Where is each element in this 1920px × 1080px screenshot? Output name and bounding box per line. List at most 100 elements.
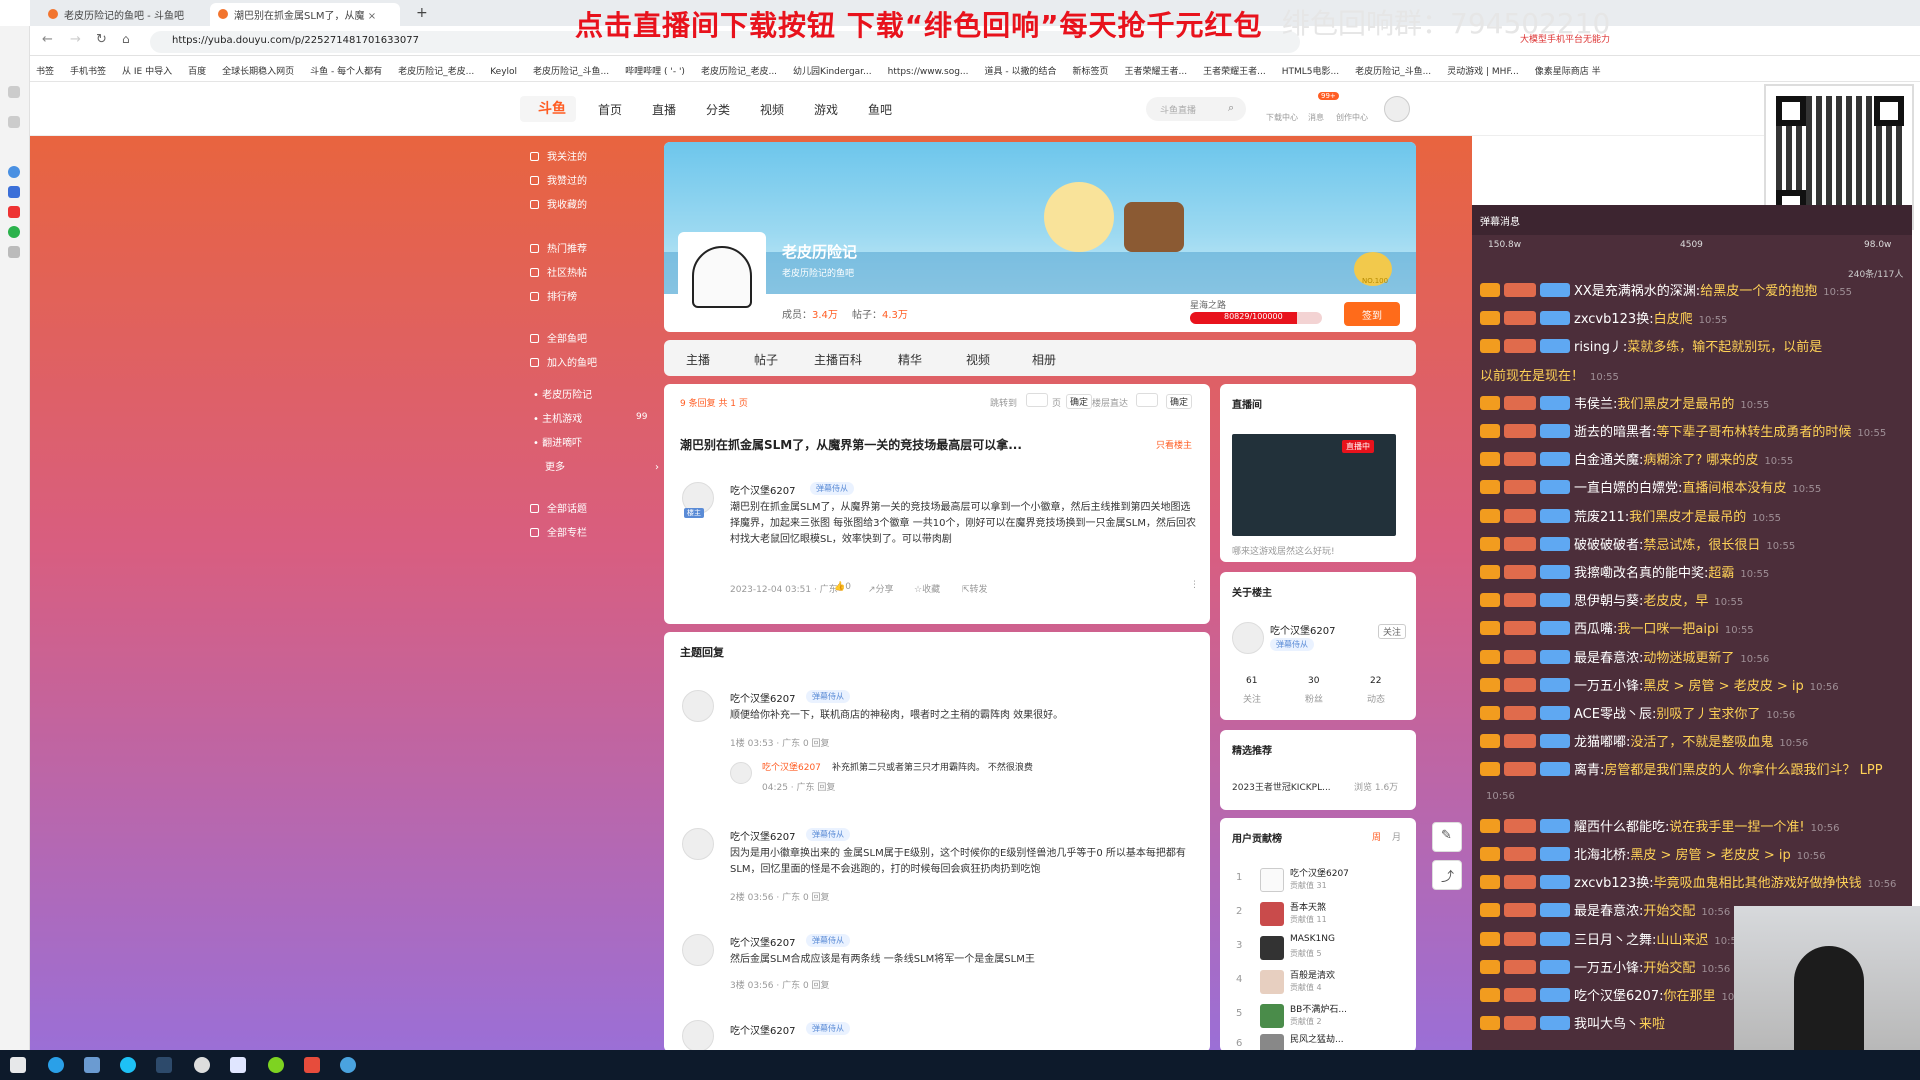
sidebar-more[interactable]: 更多 ›: [545, 458, 659, 473]
app-icon[interactable]: [304, 1057, 320, 1073]
rank-row[interactable]: 2 吾本天煞 贡献值 11: [1232, 898, 1412, 928]
danmaku-username[interactable]: 吃个汉堡6207:: [1574, 989, 1663, 1004]
nav-live[interactable]: 直播: [652, 101, 676, 118]
close-icon[interactable]: ×: [368, 11, 376, 22]
sidebar-item-hot[interactable]: 热门推荐: [530, 240, 587, 255]
tab-post[interactable]: 潮巴别在抓金属SLM了，从魔 ×: [210, 3, 400, 26]
danmaku-username[interactable]: 破破破破者:: [1574, 538, 1643, 553]
about-name[interactable]: 吃个汉堡6207: [1270, 622, 1335, 637]
sub-reply-author[interactable]: 吃个汉堡6207: [762, 760, 821, 773]
forward-icon[interactable]: →: [70, 32, 81, 47]
app-icon[interactable]: [194, 1057, 210, 1073]
bookmark-item[interactable]: 幼儿园Kindergar...: [793, 64, 872, 77]
sidebar-item-all-yuba[interactable]: 全部鱼吧: [530, 330, 587, 345]
sub-reply-avatar[interactable]: [730, 762, 752, 784]
reply-author[interactable]: 吃个汉堡6207: [730, 690, 795, 705]
bookmark-item[interactable]: 老皮历险记_斗鱼...: [533, 64, 609, 77]
history-icon[interactable]: [8, 116, 20, 128]
danmaku-username[interactable]: 三日月丶之舞:: [1574, 933, 1656, 948]
jump-confirm-button[interactable]: 确定: [1066, 394, 1093, 409]
bookmark-item[interactable]: 老皮历险记_老皮...: [701, 64, 777, 77]
featured-item[interactable]: 2023王者世冠KICKPL...: [1232, 780, 1331, 793]
nav-yuba[interactable]: 鱼吧: [868, 101, 892, 118]
only-op-link[interactable]: 只看楼主: [1156, 438, 1192, 451]
creator-center-label[interactable]: 创作中心: [1336, 112, 1368, 123]
rank-row[interactable]: 1 吃个汉堡6207 贡献值 31: [1232, 864, 1412, 894]
reply-avatar[interactable]: [682, 828, 714, 860]
danmaku-username[interactable]: rising丿:: [1574, 340, 1627, 355]
bookmark-item[interactable]: 道具 - 以撒的结合: [985, 64, 1057, 77]
danmaku-username[interactable]: 思伊朝与葵:: [1574, 594, 1643, 609]
follow-button[interactable]: 关注: [1378, 624, 1407, 639]
bookmark-item[interactable]: 王者荣耀王者...: [1203, 64, 1266, 77]
bookmark-item[interactable]: 全球长期稳入网页: [222, 64, 294, 77]
danmaku-username[interactable]: 西瓜嘴:: [1574, 622, 1617, 637]
reply-avatar[interactable]: [682, 1020, 714, 1052]
floor-input[interactable]: [1136, 393, 1158, 407]
favorite-icon[interactable]: [8, 86, 20, 98]
more-icon[interactable]: ⋮: [1190, 580, 1199, 590]
danmaku-username[interactable]: 龙猫嘟嘟:: [1574, 735, 1630, 750]
sidebar-item-following[interactable]: 我关注的: [530, 148, 587, 163]
rank-row[interactable]: 4 百般是清欢 贡献值 4: [1232, 966, 1412, 996]
app-icon[interactable]: [8, 186, 20, 198]
floor-confirm-button[interactable]: 确定: [1166, 394, 1193, 409]
forward-button[interactable]: ⇱转发: [962, 582, 988, 595]
tab-yuba[interactable]: 老皮历险记的鱼吧 - 斗鱼吧: [40, 3, 200, 26]
bookmark-item[interactable]: Keylol: [490, 67, 517, 77]
app-icon[interactable]: [340, 1057, 356, 1073]
danmaku-username[interactable]: 耀西什么都能吃:: [1574, 820, 1669, 835]
nav-game[interactable]: 游戏: [814, 101, 838, 118]
danmaku-username[interactable]: zxcvb123换:: [1574, 876, 1654, 891]
danmaku-username[interactable]: 最是春意浓:: [1574, 904, 1643, 919]
search-icon[interactable]: ⌕: [1228, 101, 1234, 115]
danmaku-username[interactable]: 白金通关魔:: [1574, 453, 1643, 468]
bookmark-item[interactable]: 像素星际商店 半: [1535, 64, 1601, 77]
app-icon[interactable]: [84, 1057, 100, 1073]
site-search-input[interactable]: 斗鱼直播 ⌕: [1146, 97, 1246, 121]
new-tab-button[interactable]: +: [410, 3, 434, 26]
app-icon[interactable]: [120, 1057, 136, 1073]
danmaku-username[interactable]: XX是充满祸水的深渊:: [1574, 284, 1700, 299]
nav-category[interactable]: 分类: [706, 101, 730, 118]
app-icon[interactable]: [8, 166, 20, 178]
sidebar-item-favorites[interactable]: 我收藏的: [530, 196, 587, 211]
home-icon[interactable]: ⌂: [122, 32, 130, 46]
sidebar-item-topics[interactable]: 全部话题: [530, 500, 587, 515]
nav-video[interactable]: 视频: [760, 101, 784, 118]
page-input[interactable]: [1026, 393, 1048, 407]
bookmark-item[interactable]: 王者荣耀王者...: [1125, 64, 1188, 77]
share-button[interactable]: ↗分享: [868, 582, 894, 595]
sidebar-sub-item[interactable]: • 主机游戏: [533, 410, 582, 425]
share-float-button[interactable]: ⤴: [1432, 860, 1462, 890]
danmaku-username[interactable]: 一万五小锋:: [1574, 679, 1643, 694]
danmaku-username[interactable]: 荒废211:: [1574, 510, 1629, 525]
reload-icon[interactable]: ↻: [96, 32, 107, 47]
checkin-button[interactable]: 签到: [1344, 302, 1400, 326]
danmaku-username[interactable]: ACE零战丶辰:: [1574, 707, 1656, 722]
bookmark-item[interactable]: 老皮历险记_老皮...: [398, 64, 474, 77]
about-avatar[interactable]: [1232, 622, 1264, 654]
danmaku-username[interactable]: 北海北桥:: [1574, 848, 1630, 863]
reply-author[interactable]: 吃个汉堡6207: [730, 934, 795, 949]
live-thumbnail[interactable]: 直播中: [1232, 434, 1396, 536]
author-name[interactable]: 吃个汉堡6207: [730, 482, 795, 497]
rank-row[interactable]: 5 BB不满炉石... 贡献值 2: [1232, 1000, 1412, 1030]
nav-home[interactable]: 首页: [598, 101, 622, 118]
tab-video[interactable]: 视频: [966, 351, 990, 368]
live-caption[interactable]: 哪来这游戏居然这么好玩!: [1232, 544, 1335, 557]
app-icon[interactable]: [268, 1057, 284, 1073]
bookmark-item[interactable]: HTML5电影...: [1282, 64, 1339, 77]
bookmark-item[interactable]: 手机书签: [70, 64, 106, 77]
sidebar-item-joined[interactable]: 加入的鱼吧: [530, 354, 597, 369]
reply-avatar[interactable]: [682, 934, 714, 966]
reply-author[interactable]: 吃个汉堡6207: [730, 1022, 795, 1037]
tab-essence[interactable]: 精华: [898, 351, 922, 368]
bookmark-item[interactable]: https://www.sog...: [888, 67, 969, 77]
danmaku-username[interactable]: 我叫大鸟丶: [1574, 1017, 1639, 1032]
add-icon[interactable]: [8, 246, 20, 258]
url-text[interactable]: https://yuba.douyu.com/p/225271481701633…: [172, 35, 419, 46]
danmaku-username[interactable]: 我擦嘞改名真的能中奖:: [1574, 566, 1708, 581]
rank-row[interactable]: 3 MASK1NG 贡献值 5: [1232, 932, 1412, 962]
user-avatar[interactable]: [1384, 96, 1410, 122]
